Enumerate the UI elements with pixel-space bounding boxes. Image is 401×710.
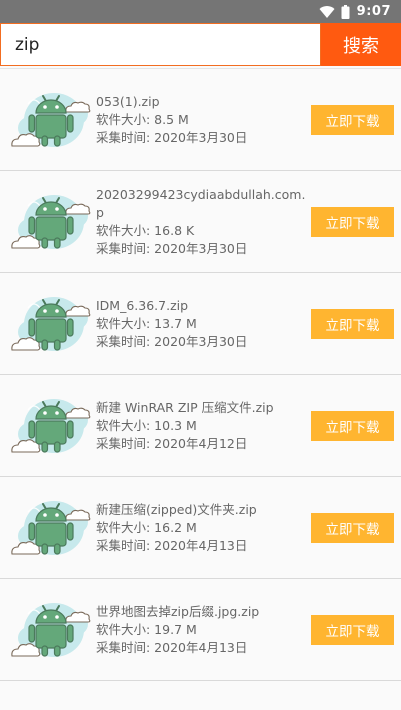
file-date: 采集时间: 2020年4月13日	[96, 639, 248, 655]
status-time: 9:07	[356, 4, 391, 19]
file-name: 053(1).zip	[96, 93, 160, 109]
search-input[interactable]: zip	[0, 23, 321, 66]
file-name: 世界地图去掉zip后缀.jpg.zip	[96, 603, 260, 619]
file-info: IDM_6.36.7.zip 软件大小: 13.7 M 采集时间: 2020年3…	[96, 297, 308, 351]
list-item[interactable]: IDM_6.36.7.zip 软件大小: 13.7 M 采集时间: 2020年3…	[0, 273, 401, 375]
android-robot-cloud-icon	[11, 602, 91, 657]
file-name: IDM_6.36.7.zip	[96, 297, 189, 313]
search-button[interactable]: 搜索	[321, 23, 401, 66]
file-date: 采集时间: 2020年3月30日	[96, 129, 248, 145]
file-list: 053(1).zip 软件大小: 8.5 M 采集时间: 2020年3月30日 …	[0, 68, 401, 681]
wifi-icon	[319, 5, 335, 18]
battery-icon	[341, 4, 350, 19]
android-robot-cloud-icon	[11, 194, 91, 249]
download-button[interactable]: 立即下载	[311, 308, 394, 339]
file-date: 采集时间: 2020年3月30日	[96, 240, 248, 256]
file-size: 软件大小: 19.7 M	[96, 621, 197, 637]
list-item[interactable]: 新建 WinRAR ZIP 压缩文件.zip 软件大小: 10.3 M 采集时间…	[0, 375, 401, 477]
file-info: 新建压缩(zipped)文件夹.zip 软件大小: 16.2 M 采集时间: 2…	[96, 501, 308, 555]
list-item[interactable]: 世界地图去掉zip后缀.jpg.zip 软件大小: 19.7 M 采集时间: 2…	[0, 579, 401, 681]
list-item[interactable]: 20203299423cydiaabdullah.com.p 软件大小: 16.…	[0, 171, 401, 273]
download-button[interactable]: 立即下载	[311, 512, 394, 543]
list-item[interactable]: 053(1).zip 软件大小: 8.5 M 采集时间: 2020年3月30日 …	[0, 68, 401, 171]
file-size: 软件大小: 16.2 M	[96, 519, 197, 535]
file-date: 采集时间: 2020年4月12日	[96, 435, 248, 451]
file-name: 新建 WinRAR ZIP 压缩文件.zip	[96, 399, 274, 415]
download-button[interactable]: 立即下载	[311, 410, 394, 441]
file-size: 软件大小: 10.3 M	[96, 417, 197, 433]
file-size: 软件大小: 16.8 K	[96, 222, 195, 238]
file-info: 世界地图去掉zip后缀.jpg.zip 软件大小: 19.7 M 采集时间: 2…	[96, 603, 308, 657]
file-name: 20203299423cydiaabdullah.com.p	[96, 186, 306, 220]
android-robot-cloud-icon	[11, 296, 91, 351]
download-button[interactable]: 立即下载	[311, 206, 394, 237]
file-info: 053(1).zip 软件大小: 8.5 M 采集时间: 2020年3月30日	[96, 93, 308, 147]
file-size: 软件大小: 13.7 M	[96, 315, 197, 331]
file-size: 软件大小: 8.5 M	[96, 111, 189, 127]
download-button[interactable]: 立即下载	[311, 104, 394, 135]
file-name: 新建压缩(zipped)文件夹.zip	[96, 501, 257, 517]
android-robot-cloud-icon	[11, 92, 91, 147]
android-robot-cloud-icon	[11, 500, 91, 555]
status-bar: 9:07	[0, 0, 401, 23]
android-robot-cloud-icon	[11, 398, 91, 453]
search-bar: zip 搜索	[0, 23, 401, 66]
download-button[interactable]: 立即下载	[311, 614, 394, 645]
file-date: 采集时间: 2020年3月30日	[96, 333, 248, 349]
file-info: 新建 WinRAR ZIP 压缩文件.zip 软件大小: 10.3 M 采集时间…	[96, 399, 308, 453]
file-info: 20203299423cydiaabdullah.com.p 软件大小: 16.…	[96, 186, 308, 258]
list-item[interactable]: 新建压缩(zipped)文件夹.zip 软件大小: 16.2 M 采集时间: 2…	[0, 477, 401, 579]
file-date: 采集时间: 2020年4月13日	[96, 537, 248, 553]
